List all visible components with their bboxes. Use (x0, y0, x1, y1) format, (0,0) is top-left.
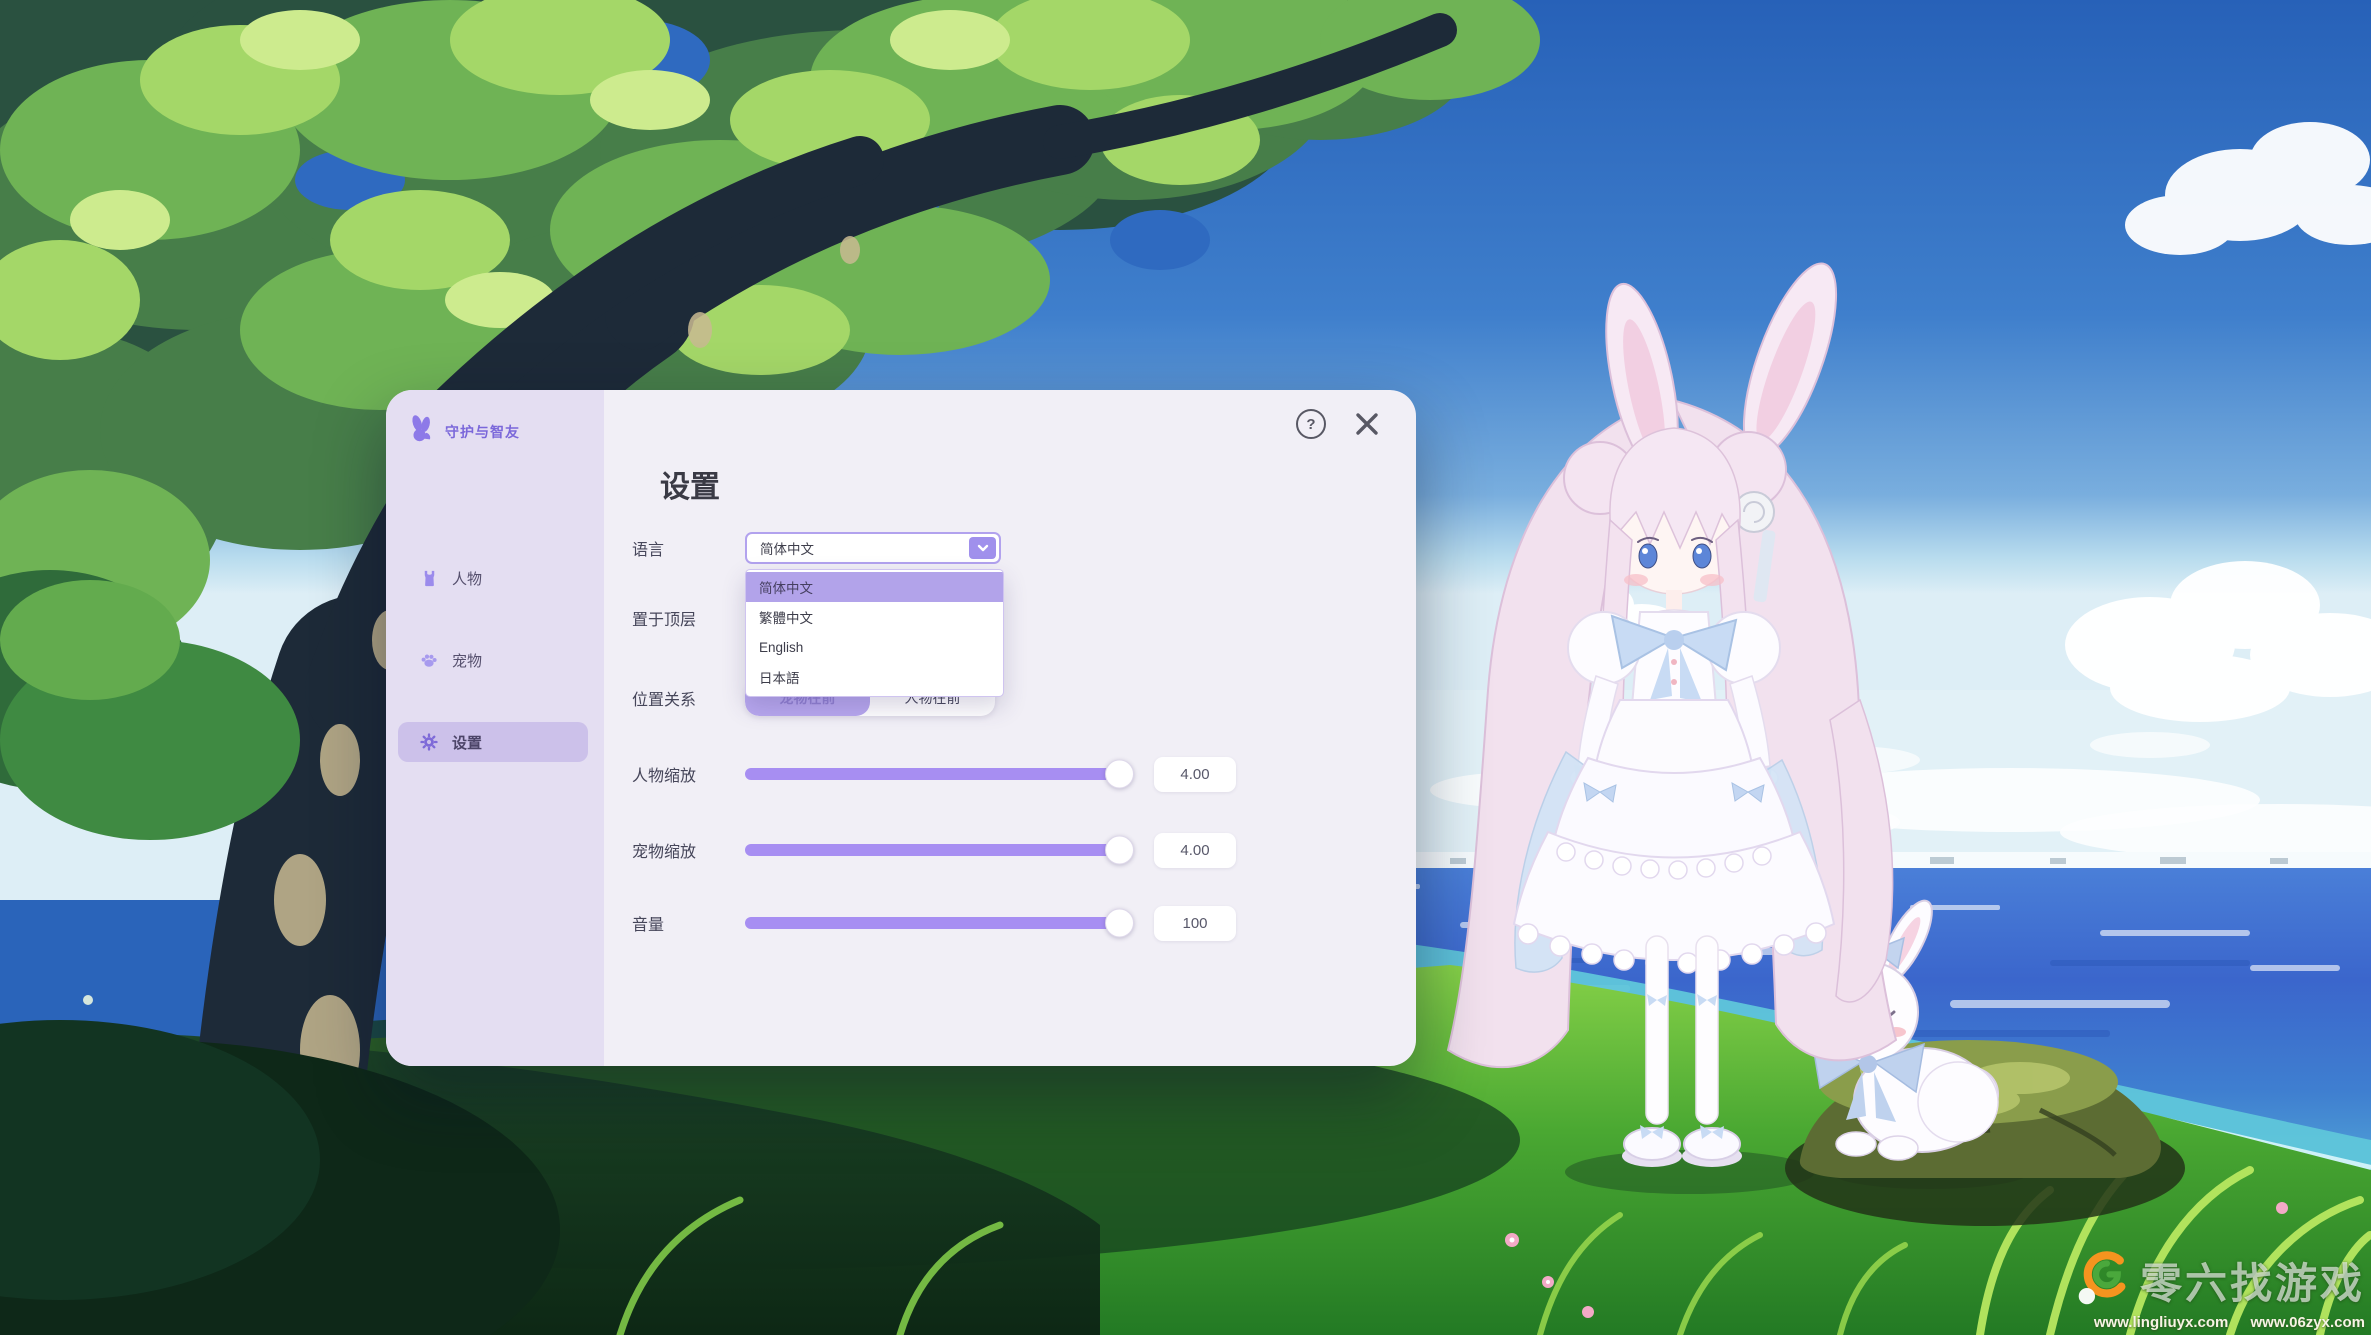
language-select-value: 简体中文 (747, 538, 814, 558)
page-title: 设置 (660, 462, 720, 506)
language-dropdown-list: 简体中文 繁體中文 English 日本語 (745, 569, 1004, 697)
app-brand: 守护与智友 (406, 414, 520, 449)
bunny-logo-icon (406, 414, 436, 449)
close-button[interactable] (1344, 402, 1390, 446)
chevron-down-icon (969, 537, 996, 559)
pet-scale-slider[interactable] (745, 844, 1131, 856)
language-label: 语言 (632, 536, 745, 560)
language-option[interactable]: 繁體中文 (746, 602, 1003, 632)
sidebar-item-character[interactable]: 人物 (398, 558, 588, 598)
paw-icon (418, 649, 440, 671)
sidebar-item-label: 设置 (452, 732, 482, 753)
character-icon (418, 567, 440, 589)
sidebar-nav: 人物 宠物 设置 (386, 558, 604, 804)
help-button[interactable]: ? (1292, 405, 1330, 443)
character-scale-slider[interactable] (745, 768, 1131, 780)
volume-row: 音量 100 (632, 905, 1236, 941)
character-scale-label: 人物缩放 (632, 762, 745, 786)
volume-label: 音量 (632, 911, 745, 935)
language-option[interactable]: English (746, 632, 1003, 662)
pet-scale-label: 宠物缩放 (632, 838, 745, 862)
settings-dialog: 守护与智友 人物 宠物 设置 设置 (386, 390, 1416, 1066)
character-scale-slider-thumb[interactable] (1105, 760, 1134, 789)
close-icon (1354, 411, 1380, 437)
language-option[interactable]: 简体中文 (746, 572, 1003, 602)
volume-slider-thumb[interactable] (1105, 909, 1134, 938)
language-select[interactable]: 简体中文 (745, 532, 1001, 564)
sidebar-item-label: 宠物 (452, 650, 482, 671)
volume-slider[interactable] (745, 917, 1131, 929)
sidebar: 守护与智友 人物 宠物 设置 (386, 390, 604, 1066)
volume-value: 100 (1154, 906, 1236, 941)
pet-scale-slider-thumb[interactable] (1105, 836, 1134, 865)
language-row: 语言 简体中文 简体中文 繁體中文 English 日本語 (632, 532, 1001, 564)
gear-icon (418, 731, 440, 753)
app-title: 守护与智友 (445, 422, 520, 442)
help-icon: ? (1296, 409, 1326, 439)
sidebar-item-pet[interactable]: 宠物 (398, 640, 588, 680)
character-scale-row: 人物缩放 4.00 (632, 756, 1236, 792)
language-option[interactable]: 日本語 (746, 662, 1003, 692)
always-on-top-label: 置于顶层 (632, 606, 745, 630)
character-scale-value: 4.00 (1154, 757, 1236, 792)
sidebar-item-label: 人物 (452, 568, 482, 589)
sidebar-item-settings[interactable]: 设置 (398, 722, 588, 762)
pet-scale-value: 4.00 (1154, 833, 1236, 868)
pet-scale-row: 宠物缩放 4.00 (632, 832, 1236, 868)
position-label: 位置关系 (632, 686, 745, 710)
